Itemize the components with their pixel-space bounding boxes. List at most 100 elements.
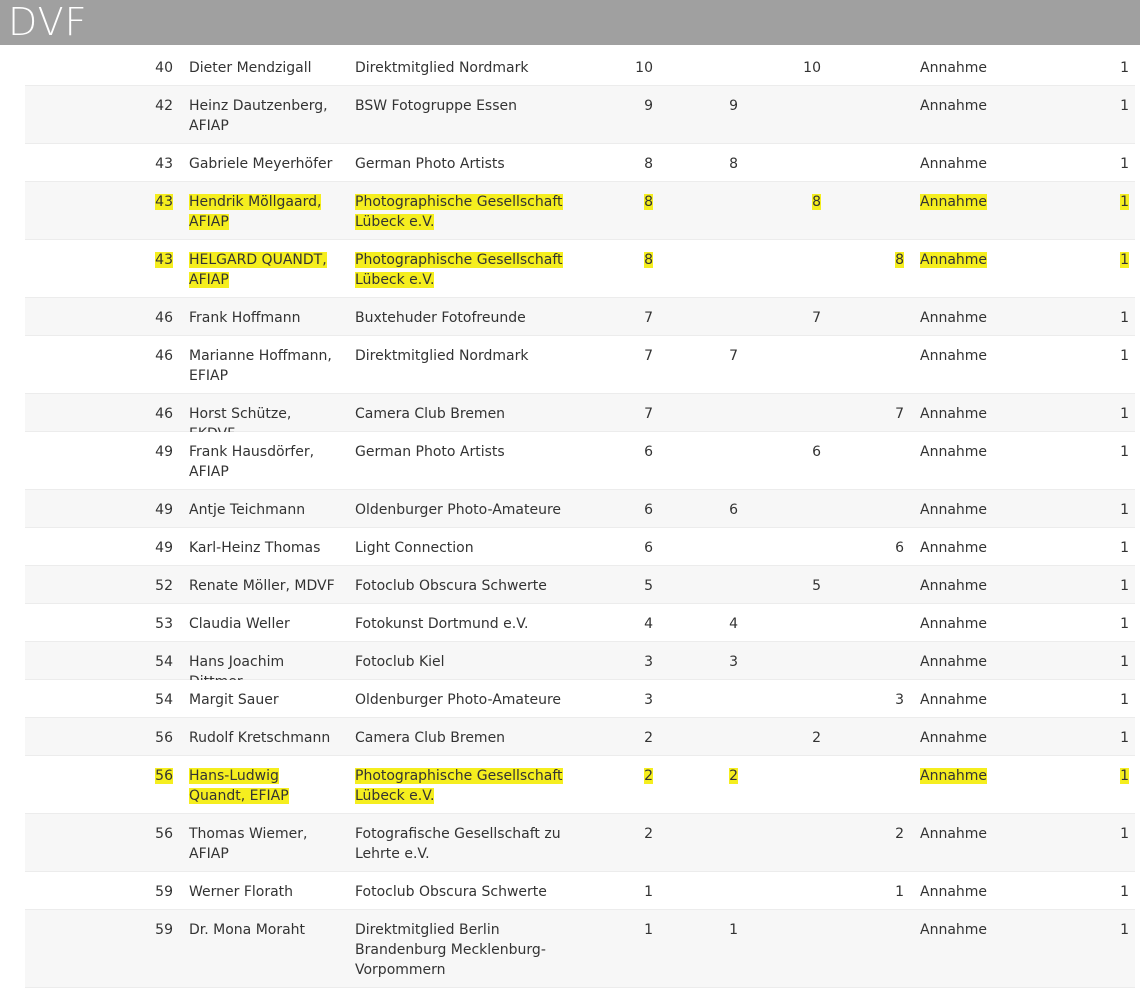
points-cell-text: 1 <box>1120 654 1129 670</box>
rank-cell-text: 43 <box>155 156 173 172</box>
club-cell-text: Camera Club Bremen <box>355 730 506 746</box>
status-cell: Annahme <box>920 920 1010 940</box>
club-cell-text: German Photo Artists <box>355 444 505 460</box>
score-total-cell-text: 7 <box>644 348 653 364</box>
score-col3-cell-text: 10 <box>803 60 821 76</box>
score-total-cell-text: 2 <box>644 730 653 746</box>
points-cell-text: 1 <box>1120 310 1129 326</box>
rank-cell: 56 <box>150 766 173 786</box>
club-cell: Camera Club Bremen <box>355 404 570 424</box>
status-cell: Annahme <box>920 538 1010 558</box>
score-total-cell-text: 2 <box>644 768 653 784</box>
score-col4-cell-text: 8 <box>895 252 904 268</box>
club-cell: Buxtehuder Fotofreunde <box>355 308 570 328</box>
status-cell-text: Annahme <box>920 444 988 460</box>
rank-cell-text: 49 <box>155 444 173 460</box>
score-col4-cell-text: 2 <box>895 826 904 842</box>
dvf-logo[interactable]: DVF <box>8 2 87 42</box>
rank-cell-text: 46 <box>155 406 173 422</box>
rank-cell-text: 59 <box>155 922 173 938</box>
photographer-name-cell-text: Claudia Weller <box>189 616 290 632</box>
table-row: 46 Marianne Hoffmann, EFIAP Direktmitglied… <box>25 336 1135 394</box>
photographer-name-cell-text: Renate Möller, MDVF <box>189 578 335 594</box>
status-cell: Annahme <box>920 404 1010 424</box>
status-cell: Annahme <box>920 690 1010 710</box>
score-total-cell: 3 <box>625 652 653 672</box>
photographer-name-cell: HELGARD QUANDT, AFIAP <box>189 250 339 290</box>
club-cell: Fotografische Gesellschaft zu Lehrte e.V… <box>355 824 570 864</box>
score-total-cell-text: 10 <box>635 60 653 76</box>
status-cell-text: Annahme <box>920 194 988 210</box>
rank-cell: 52 <box>150 576 173 596</box>
status-cell: Annahme <box>920 500 1010 520</box>
score-col2-cell: 9 <box>710 96 738 116</box>
points-cell-text: 1 <box>1120 406 1129 422</box>
points-cell-text: 1 <box>1120 826 1129 842</box>
status-cell: Annahme <box>920 96 1010 116</box>
score-col3-cell-text: 6 <box>812 444 821 460</box>
score-total-cell: 9 <box>625 96 653 116</box>
score-total-cell-text: 6 <box>644 502 653 518</box>
table-row: 43 Gabriele Meyerhöfer German Photo Artist… <box>25 144 1135 182</box>
score-col4-cell: 6 <box>876 538 904 558</box>
score-total-cell: 6 <box>625 500 653 520</box>
club-cell-text: Photographische Gesellschaft Lübeck e.V. <box>355 252 563 288</box>
rank-cell-text: 54 <box>155 692 173 708</box>
status-cell-text: Annahme <box>920 310 988 326</box>
score-col2-cell: 7 <box>710 346 738 366</box>
photographer-name-cell-text: Werner Florath <box>189 884 294 900</box>
points-cell-text: 1 <box>1120 98 1129 114</box>
status-cell: Annahme <box>920 250 1010 270</box>
club-cell: Fotoclub Obscura Schwerte <box>355 576 570 596</box>
status-cell: Annahme <box>920 824 1010 844</box>
status-cell: Annahme <box>920 154 1010 174</box>
table-row: 46Horst Schütze, EKDVFCamera Club Bremen… <box>25 394 1135 442</box>
status-cell: Annahme <box>920 442 1010 462</box>
points-cell-text: 1 <box>1120 578 1129 594</box>
score-total-cell: 7 <box>625 404 653 424</box>
status-cell: Annahme <box>920 882 1010 902</box>
score-total-cell: 1 <box>625 882 653 902</box>
score-total-cell: 2 <box>625 766 653 786</box>
club-cell-text: Fotoclub Obscura Schwerte <box>355 884 547 900</box>
club-cell: Oldenburger Photo-Amateure <box>355 690 570 710</box>
club-cell: Fotokunst Dortmund e.V. <box>355 614 570 634</box>
photographer-name-cell: Antje Teichmann <box>189 500 339 520</box>
status-cell-text: Annahme <box>920 654 988 670</box>
score-col4-cell: 3 <box>876 690 904 710</box>
table-row: 49 Frank Hausdörfer, AFIAP German Photo Ar… <box>25 432 1135 490</box>
table-row: 46 Frank Hoffmann Buxtehuder Fotofreunde 7 7… <box>25 298 1135 336</box>
score-col2-cell: 3 <box>710 652 738 672</box>
table-row: 43 Hendrik Möllgaard, AFIAP Photographisch… <box>25 182 1135 240</box>
points-cell-text: 1 <box>1120 502 1129 518</box>
score-total-cell-text: 1 <box>644 922 653 938</box>
club-cell-text: Direktmitglied Nordmark <box>355 348 529 364</box>
club-cell-text: Photographische Gesellschaft Lübeck e.V. <box>355 768 563 804</box>
club-cell: Light Connection <box>355 538 570 558</box>
rank-cell-text: 42 <box>155 98 173 114</box>
table-row: 59 Werner Florath Fotoclub Obscura Schwert… <box>25 872 1135 910</box>
status-cell: Annahme <box>920 346 1010 366</box>
points-cell: 1 <box>1095 192 1129 212</box>
status-cell: Annahme <box>920 576 1010 596</box>
score-total-cell-text: 8 <box>644 156 653 172</box>
rank-cell: 56 <box>150 824 173 844</box>
score-col3-cell: 5 <box>793 576 821 596</box>
points-cell: 1 <box>1095 882 1129 902</box>
club-cell-text: Camera Club Bremen <box>355 406 506 422</box>
club-cell: Fotoclub Obscura Schwerte <box>355 882 570 902</box>
table-row: 59 Dr. Mona Moraht Direktmitglied Berlin B… <box>25 910 1135 988</box>
photographer-name-cell: Gabriele Meyerhöfer <box>189 154 339 174</box>
status-cell-text: Annahme <box>920 730 988 746</box>
rank-cell: 43 <box>150 192 173 212</box>
score-total-cell-text: 4 <box>644 616 653 632</box>
score-col4-cell: 7 <box>876 404 904 424</box>
score-total-cell: 1 <box>625 920 653 940</box>
rank-cell: 40 <box>150 58 173 78</box>
results-table: 40 Dieter Mendzigall Direktmitglied Nordma… <box>25 48 1135 988</box>
points-cell: 1 <box>1095 920 1129 940</box>
score-col3-cell: 6 <box>793 442 821 462</box>
rank-cell: 46 <box>150 404 173 424</box>
points-cell-text: 1 <box>1120 252 1129 268</box>
club-cell-text: Light Connection <box>355 540 474 556</box>
